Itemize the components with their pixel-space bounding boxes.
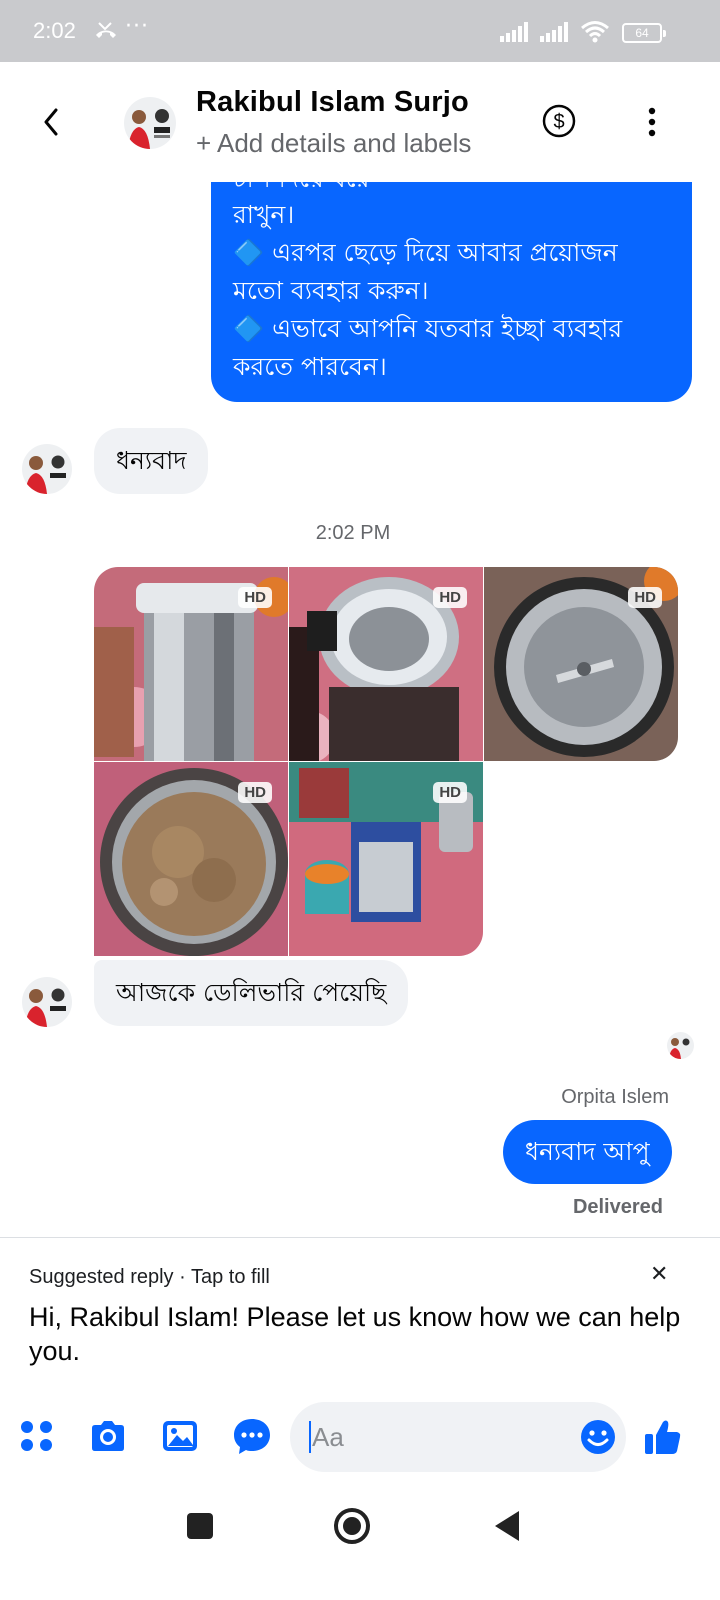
- home-icon[interactable]: [332, 1506, 372, 1546]
- message-timestamp: 2:02 PM: [315, 522, 391, 544]
- recents-icon[interactable]: [180, 1506, 220, 1546]
- close-icon[interactable]: ✕: [650, 1262, 668, 1287]
- system-nav-bar: [0, 1490, 720, 1600]
- incoming-message-bubble[interactable]: আজকে ডেলিভারি পেয়েছি: [94, 960, 409, 1026]
- add-details-link[interactable]: + Add details and labels: [196, 128, 471, 159]
- battery-icon: 64: [622, 23, 666, 43]
- status-more: ···: [125, 14, 149, 39]
- outgoing-message-bubble[interactable]: ধন্যবাদ আপু: [503, 1120, 672, 1184]
- avatar[interactable]: [124, 97, 176, 149]
- back-icon[interactable]: [36, 102, 68, 142]
- message-input-container[interactable]: [290, 1402, 626, 1472]
- wifi-icon: [581, 21, 609, 43]
- sender-name: Orpita Islem: [561, 1086, 669, 1108]
- avatar[interactable]: [22, 444, 72, 494]
- message-input[interactable]: [312, 1416, 572, 1458]
- delivery-status: Delivered: [572, 1196, 663, 1218]
- missed-call-icon: [96, 22, 116, 38]
- hd-badge: HD: [238, 782, 272, 803]
- contact-name[interactable]: Rakibul Islam Surjo: [196, 86, 469, 119]
- status-time: 2:02: [33, 18, 76, 43]
- avatar[interactable]: [22, 977, 72, 1027]
- four-dots-icon[interactable]: [17, 1416, 57, 1456]
- dollar-circle-icon[interactable]: $: [542, 104, 576, 138]
- conversation-header: Rakibul Islam Surjo + Add details and la…: [0, 62, 720, 182]
- suggested-reply-text[interactable]: Hi, Rakibul Islam! Please let us know ho…: [29, 1300, 689, 1368]
- photo-thumbnail[interactable]: HD: [289, 762, 483, 956]
- hd-badge: HD: [628, 587, 662, 608]
- message-line: রাখুন।: [233, 200, 295, 229]
- photo-thumbnail[interactable]: HD: [94, 762, 288, 956]
- camera-icon[interactable]: [88, 1416, 128, 1456]
- smiley-icon[interactable]: [580, 1419, 616, 1455]
- vertical-dots-icon[interactable]: [640, 106, 664, 138]
- suggested-reply-header: Suggested reply · Tap to fill: [29, 1266, 270, 1288]
- chat-bubble-icon[interactable]: [232, 1416, 272, 1456]
- suggested-reply-panel[interactable]: Suggested reply · Tap to fill ✕ Hi, Raki…: [0, 1237, 720, 1402]
- message-line: 🔷 এভাবে আপনি যতবার ইচ্ছা ব্যবহার: [233, 314, 623, 343]
- message-line: মতো ব্যবহার করুন।: [233, 276, 429, 305]
- hd-badge: HD: [433, 587, 467, 608]
- hd-badge: HD: [238, 587, 272, 608]
- outgoing-message-bubble[interactable]: চাপ দিয়ে ধরে রাখুন। 🔷 এরপর ছেড়ে দিয়ে …: [211, 182, 692, 402]
- svg-text:$: $: [553, 111, 564, 133]
- photo-thumbnail[interactable]: HD: [289, 567, 483, 761]
- message-composer: [0, 1402, 720, 1474]
- thumbs-up-icon[interactable]: [644, 1418, 682, 1456]
- hd-badge: HD: [433, 782, 467, 803]
- incoming-message-bubble[interactable]: ধন্যবাদ: [94, 428, 209, 494]
- image-icon[interactable]: [160, 1416, 200, 1456]
- photo-thumbnail[interactable]: HD: [484, 567, 678, 761]
- status-bar: 2:02 ··· 64: [0, 0, 720, 62]
- signal-icon: [500, 22, 528, 42]
- photo-thumbnail[interactable]: HD: [94, 567, 288, 761]
- text-caret: [309, 1421, 311, 1453]
- message-line: 🔷 এরপর ছেড়ে দিয়ে আবার প্রয়োজন: [233, 238, 618, 267]
- message-line: করতে পারবেন।: [233, 352, 387, 381]
- back-nav-icon[interactable]: [488, 1506, 528, 1546]
- seen-avatar: [667, 1032, 694, 1059]
- signal-icon-2: [540, 22, 568, 42]
